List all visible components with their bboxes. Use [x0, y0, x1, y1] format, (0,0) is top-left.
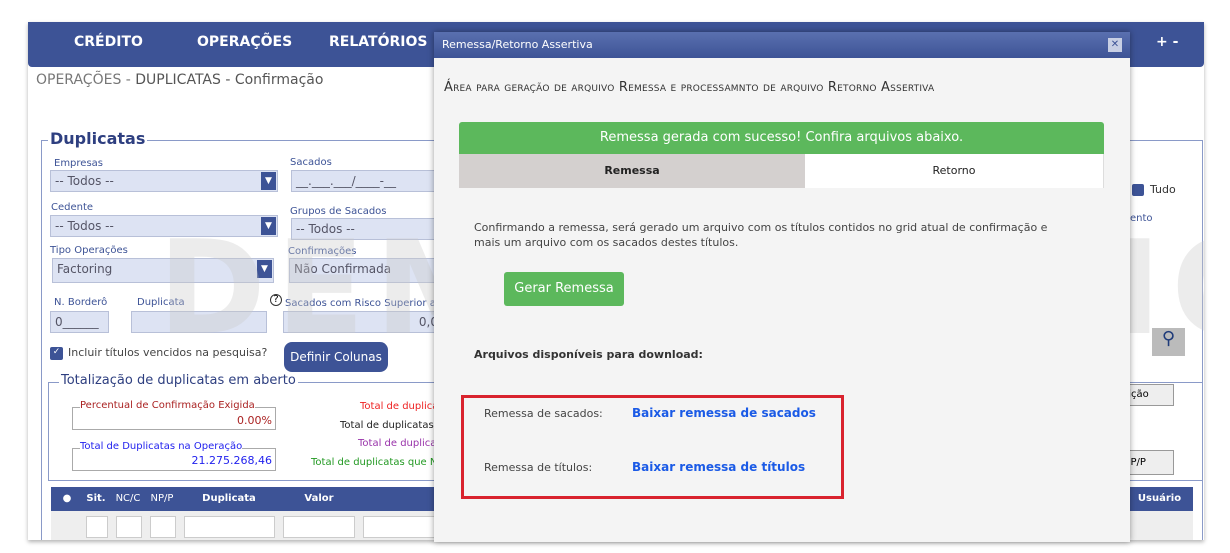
file-label: Remessa de sacados: [484, 407, 603, 420]
duplicata-label: Duplicata [137, 297, 185, 308]
tudo-checkbox[interactable] [1132, 184, 1144, 196]
nav-operacoes[interactable]: OPERAÇÕES [197, 34, 292, 50]
confirmacoes-label: Confirmações [288, 246, 357, 257]
nav-credito[interactable]: CRÉDITO [74, 34, 143, 50]
total-op-label: Total de Duplicatas na Operação [80, 441, 243, 452]
zoom-buttons[interactable]: + - [1156, 34, 1178, 50]
chevron-down-icon: ▼ [261, 172, 276, 190]
column-header[interactable]: NP/P [145, 487, 179, 511]
sacados-label: Sacados [290, 157, 332, 168]
remessa-description: Confirmando a remessa, será gerado um ar… [474, 221, 1048, 249]
cedente-select[interactable]: -- Todos -- ▼ [50, 215, 278, 237]
breadcrumb: OPERAÇÕES - DUPLICATAS - Confirmação [36, 72, 324, 88]
tab-retorno[interactable]: Retorno [805, 154, 1104, 188]
column-header[interactable]: Usuário [1126, 487, 1193, 511]
risco-label: Sacados com Risco Superior a [285, 298, 436, 309]
gerar-remessa-button[interactable]: Gerar Remessa [504, 272, 624, 306]
percentual-label: Percentual de Confirmação Exigida [80, 400, 255, 411]
remessa-modal: Remessa/Retorno Assertiva ✕ Área para ge… [434, 32, 1130, 542]
grupos-label: Grupos de Sacados [290, 206, 387, 217]
column-header[interactable]: Sit. [81, 487, 111, 511]
total-line: Total de duplicatas [340, 420, 434, 431]
select-all-icon[interactable]: ● [55, 487, 79, 511]
help-icon[interactable]: ? [270, 294, 282, 306]
cedente-label: Cedente [51, 202, 94, 213]
download-titulos-link[interactable]: Baixar remessa de títulos [632, 460, 805, 474]
total-line: Total de duplica [360, 401, 439, 412]
grupos-select[interactable]: -- Todos -- [291, 218, 441, 240]
definir-colunas-button[interactable]: Definir Colunas [284, 342, 388, 372]
incluir-checkbox[interactable]: ✓ [50, 347, 63, 360]
filter-cell[interactable] [363, 516, 443, 538]
filter-cell[interactable] [86, 516, 108, 538]
empresas-label: Empresas [54, 158, 103, 169]
download-sacados-link[interactable]: Baixar remessa de sacados [632, 406, 816, 420]
filter-cell[interactable] [150, 516, 176, 538]
filter-cell[interactable] [283, 516, 355, 538]
files-title: Arquivos disponíveis para download: [474, 348, 703, 361]
bordero-input[interactable]: 0______ [50, 311, 109, 333]
tudo-label: Tudo [1150, 183, 1176, 196]
file-label: Remessa de títulos: [484, 461, 593, 474]
tipo-label: Tipo Operações [50, 245, 128, 256]
modal-title: Remessa/Retorno Assertiva [434, 32, 1130, 58]
filter-cell[interactable] [184, 516, 275, 538]
column-header[interactable]: Valor [279, 487, 359, 511]
column-header[interactable]: NC/C [111, 487, 145, 511]
nav-relatorios[interactable]: RELATÓRIOS [329, 34, 427, 50]
total-line: Total de duplica [358, 438, 437, 449]
success-alert: Remessa gerada com sucesso! Confira arqu… [459, 122, 1104, 154]
empresas-select[interactable]: -- Todos -- ▼ [50, 170, 278, 192]
totals-legend: Totalização de duplicatas em aberto [59, 373, 298, 388]
download-box: Remessa de sacados: Baixar remessa de sa… [461, 395, 844, 499]
column-header[interactable]: Duplicata [179, 487, 279, 511]
duplicata-input[interactable] [131, 311, 267, 333]
bordero-label: N. Borderô [54, 297, 108, 308]
filter-cell[interactable] [116, 516, 142, 538]
modal-heading: Área para geração de arquivo Remessa e p… [444, 80, 935, 95]
percentual-value: 0.00% [237, 414, 272, 427]
chevron-down-icon: ▼ [261, 217, 276, 235]
search-icon[interactable]: ⚲ [1152, 328, 1185, 356]
chevron-down-icon: ▼ [257, 260, 272, 278]
close-icon[interactable]: ✕ [1108, 38, 1122, 52]
risco-input[interactable]: 0,0 [283, 311, 443, 333]
duplicatas-legend: Duplicatas [48, 129, 148, 148]
total-op-value: 21.275.268,46 [191, 454, 272, 467]
sacados-input[interactable]: __.___.___/____-__ [291, 170, 441, 192]
tipo-select[interactable]: Factoring ▼ [52, 258, 274, 283]
partial-link[interactable]: ento [1130, 213, 1153, 224]
incluir-label: Incluir títulos vencidos na pesquisa? [68, 346, 268, 359]
confirmacoes-select[interactable]: Não Confirmada [289, 258, 439, 283]
total-line: Total de duplicatas que N [311, 457, 438, 468]
tab-remessa[interactable]: Remessa [459, 154, 805, 188]
